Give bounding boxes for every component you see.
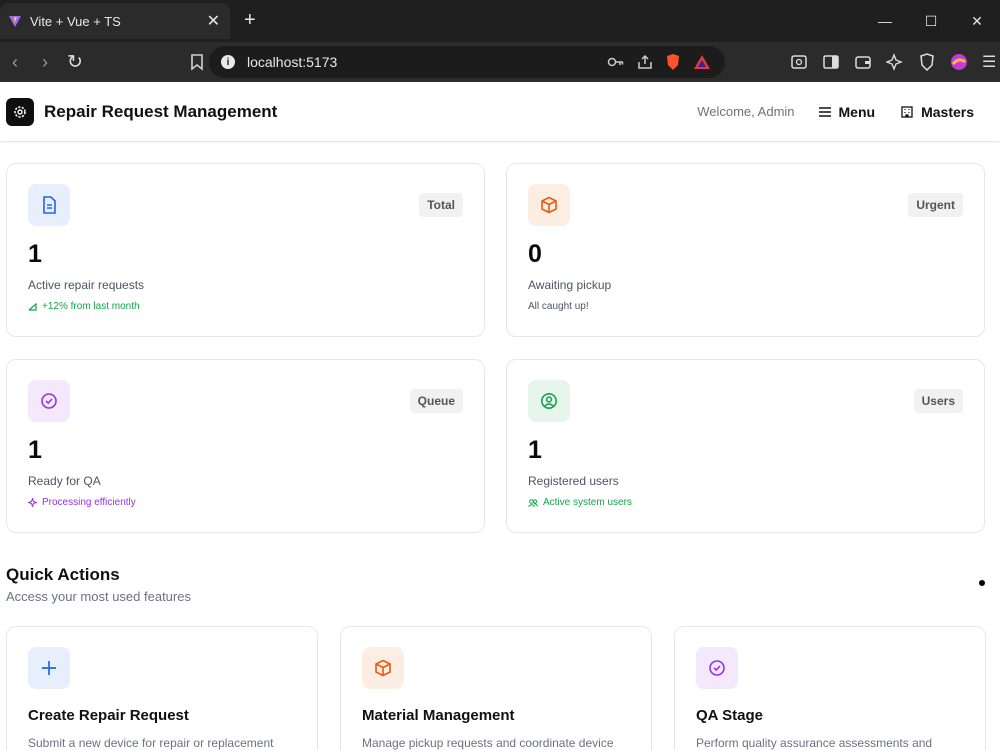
users-icon xyxy=(528,498,538,507)
quick-actions-grid: Create Repair Request Submit a new devic… xyxy=(6,626,994,750)
reload-icon[interactable]: ↻ xyxy=(60,51,90,74)
stat-subtext: All caught up! xyxy=(528,301,963,312)
welcome-text: Welcome, Admin xyxy=(697,104,795,119)
action-card-qa-stage[interactable]: QA Stage Perform quality assurance asses… xyxy=(674,626,986,750)
masters-label: Masters xyxy=(921,103,974,120)
stat-card-queue: Queue 1 Ready for QA Processing efficien… xyxy=(6,359,485,533)
close-window-icon[interactable]: ✕ xyxy=(954,13,1000,30)
tab-title: Vite + Vue + TS xyxy=(30,13,121,29)
menu-icon[interactable]: ☰ xyxy=(982,52,996,72)
stat-value: 0 xyxy=(528,240,542,268)
brave-shield-icon[interactable] xyxy=(665,53,681,71)
menu-button[interactable]: Menu xyxy=(818,103,876,120)
stats-grid: Total 1 Active repair requests +12% from… xyxy=(6,163,994,533)
stat-value: 1 xyxy=(28,436,42,464)
back-icon[interactable]: ‹ xyxy=(0,52,30,73)
main-content: Total 1 Active repair requests +12% from… xyxy=(0,163,1000,750)
building-icon xyxy=(901,105,913,118)
trend-up-icon xyxy=(28,302,37,311)
app-header: Repair Request Management Welcome, Admin… xyxy=(0,82,1000,142)
action-description: Manage pickup requests and coordinate de… xyxy=(362,736,614,750)
stat-label: Registered users xyxy=(528,474,619,488)
brave-rewards-icon[interactable] xyxy=(693,54,711,70)
stat-badge: Queue xyxy=(409,389,463,413)
stat-value: 1 xyxy=(528,436,542,464)
key-icon[interactable] xyxy=(607,56,625,68)
tab-close-icon[interactable]: ✕ xyxy=(207,11,220,31)
stat-subtext: Active system users xyxy=(528,497,963,508)
profile-icon[interactable] xyxy=(950,53,968,71)
document-icon xyxy=(28,184,70,226)
check-circle-icon xyxy=(696,647,738,689)
vpn-icon[interactable] xyxy=(918,53,936,71)
stat-subtext-label: Processing efficiently xyxy=(42,497,136,508)
share-icon[interactable] xyxy=(637,54,653,70)
site-info-icon[interactable]: i xyxy=(221,55,235,69)
sidebar-icon[interactable] xyxy=(822,53,840,71)
stat-value: 1 xyxy=(28,240,42,268)
action-card-material-management[interactable]: Material Management Manage pickup reques… xyxy=(340,626,652,750)
address-bar[interactable]: i localhost:5173 xyxy=(209,46,725,78)
stat-subtext-label: +12% from last month xyxy=(42,301,140,312)
maximize-icon[interactable]: ☐ xyxy=(908,13,954,30)
stat-badge: Users xyxy=(913,389,963,413)
masters-button[interactable]: Masters xyxy=(901,104,974,120)
leo-ai-icon[interactable] xyxy=(886,53,904,71)
vite-favicon-icon xyxy=(9,16,21,27)
browser-tab[interactable]: Vite + Vue + TS ✕ xyxy=(0,3,230,39)
url-text: localhost:5173 xyxy=(247,54,338,70)
action-title: Material Management xyxy=(362,707,515,724)
hamburger-icon xyxy=(818,106,831,117)
action-title: Create Repair Request xyxy=(28,707,189,724)
forward-icon[interactable]: › xyxy=(30,52,60,73)
plus-icon xyxy=(28,647,70,689)
stat-subtext-label: Active system users xyxy=(543,497,632,508)
action-title: QA Stage xyxy=(696,707,763,724)
extensions-row: ☰ xyxy=(790,52,996,72)
quick-actions-title: Quick Actions xyxy=(6,565,120,584)
window-controls: — ☐ ✕ xyxy=(862,0,1000,42)
browser-toolbar: ‹ › ↻ i localhost:5173 ☰ xyxy=(0,42,1000,82)
package-icon xyxy=(362,647,404,689)
bookmark-icon[interactable] xyxy=(186,53,208,71)
stat-subtext: Processing efficiently xyxy=(28,497,463,508)
stat-label: Ready for QA xyxy=(28,474,101,488)
action-description: Submit a new device for repair or replac… xyxy=(28,736,274,750)
browser-tabbar: Vite + Vue + TS ✕ + — ☐ ✕ xyxy=(0,0,1000,42)
wallet-icon[interactable] xyxy=(854,53,872,71)
stat-label: Active repair requests xyxy=(28,278,145,292)
quick-actions-subtitle: Access your most used features xyxy=(6,589,191,604)
stat-label: Awaiting pickup xyxy=(528,278,612,292)
stat-badge: Total xyxy=(419,193,463,217)
stat-card-total: Total 1 Active repair requests +12% from… xyxy=(6,163,485,337)
menu-label: Menu xyxy=(838,103,876,120)
gear-logo-icon xyxy=(6,97,34,126)
check-circle-icon xyxy=(28,380,70,422)
stat-subtext-label: All caught up! xyxy=(528,301,589,312)
action-card-create-repair[interactable]: Create Repair Request Submit a new devic… xyxy=(6,626,318,750)
cursor-dot xyxy=(979,580,985,586)
action-description: Perform quality assurance assessments an… xyxy=(696,736,933,750)
new-tab-icon[interactable]: + xyxy=(244,9,256,32)
stat-badge: Urgent xyxy=(908,193,963,217)
stat-card-users: Users 1 Registered users Active system u… xyxy=(506,359,985,533)
minimize-icon[interactable]: — xyxy=(862,13,908,29)
app-title: Repair Request Management xyxy=(44,101,278,121)
stat-subtext: +12% from last month xyxy=(28,301,463,312)
package-icon xyxy=(528,184,570,226)
sparkle-icon xyxy=(28,498,37,507)
user-circle-icon xyxy=(528,380,570,422)
stat-card-urgent: Urgent 0 Awaiting pickup All caught up! xyxy=(506,163,985,337)
search-tab-icon[interactable] xyxy=(790,53,808,71)
